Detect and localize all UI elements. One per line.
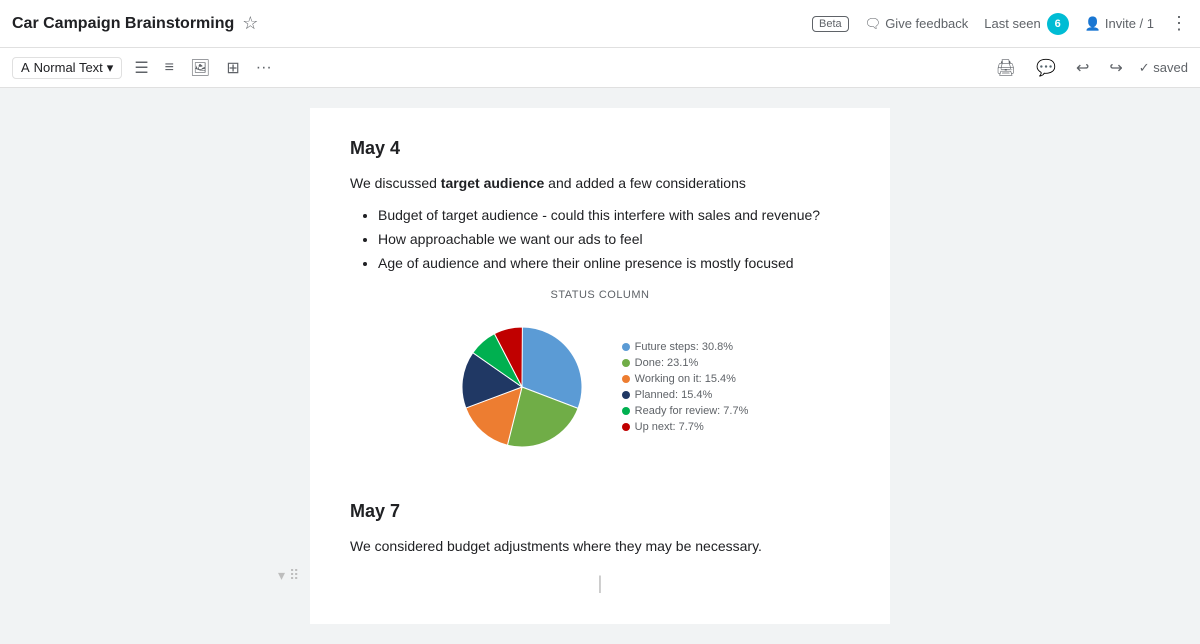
collapse-handle-icon[interactable]: ▾ — [278, 567, 285, 584]
top-bar-left: Car Campaign Brainstorming ☆ — [12, 13, 258, 34]
more-options-icon[interactable]: ⋮ — [1170, 13, 1188, 34]
beta-badge: Beta — [812, 16, 849, 32]
toolbar-left: A Normal Text ▾ ☰ ≡ 🖼 ⊞ ··· — [12, 54, 276, 82]
last-seen: Last seen 6 — [984, 13, 1068, 35]
chart-container: Future steps: 30.8% Done: 23.1% Working on… — [452, 317, 749, 457]
legend-item: Working on it: 15.4% — [622, 373, 749, 385]
may4-date: May 4 — [350, 138, 850, 159]
may4-section: May 4 We discussed target audience and a… — [350, 138, 850, 275]
may7-section: May 7 We considered budget adjustments w… — [350, 501, 850, 557]
invite-button[interactable]: 👤 Invite / 1 — [1085, 16, 1154, 32]
saved-status: ✓ saved — [1139, 60, 1188, 76]
bullet-item-2: How approachable we want our ads to feel — [378, 228, 850, 252]
legend-item: Done: 23.1% — [622, 357, 749, 369]
legend-label: Working on it: 15.4% — [635, 373, 736, 385]
numbered-list-icon[interactable]: ≡ — [161, 55, 178, 81]
toolbar: A Normal Text ▾ ☰ ≡ 🖼 ⊞ ··· 🖨 💬 ↩ ↪ ✓ sa… — [0, 48, 1200, 88]
redo-icon[interactable]: ↪ — [1105, 54, 1126, 82]
may4-intro: We discussed target audience and added a… — [350, 173, 850, 194]
bold-target-audience: target audience — [441, 175, 544, 191]
legend-item: Ready for review: 7.7% — [622, 405, 749, 417]
star-icon[interactable]: ☆ — [242, 13, 258, 34]
chart-legend: Future steps: 30.8% Done: 23.1% Working on… — [622, 341, 749, 433]
feedback-label: Give feedback — [885, 16, 968, 31]
legend-label: Ready for review: 7.7% — [635, 405, 749, 417]
legend-dot — [622, 359, 630, 367]
last-seen-avatar: 6 — [1047, 13, 1069, 35]
may4-bullet-list: Budget of target audience - could this i… — [378, 204, 850, 275]
legend-label: Done: 23.1% — [635, 357, 699, 369]
may7-date: May 7 — [350, 501, 850, 522]
doc-title: Car Campaign Brainstorming — [12, 15, 234, 33]
invite-label: Invite / 1 — [1105, 16, 1154, 31]
legend-dot — [622, 423, 630, 431]
undo-icon[interactable]: ↩ — [1072, 54, 1093, 82]
cursor-line: | — [350, 573, 850, 594]
legend-label: Up next: 7.7% — [635, 421, 704, 433]
table-icon[interactable]: ⊞ — [222, 54, 243, 82]
chart-section: STATUS COLUMN Future steps: 30.8% Done: 2… — [350, 289, 850, 477]
legend-item: Planned: 15.4% — [622, 389, 749, 401]
legend-item: Up next: 7.7% — [622, 421, 749, 433]
pie-wrapper: STATUS COLUMN Future steps: 30.8% Done: 2… — [350, 289, 850, 477]
legend-dot — [622, 391, 630, 399]
legend-item: Future steps: 30.8% — [622, 341, 749, 353]
may7-text: We considered budget adjustments where t… — [350, 536, 850, 557]
drag-handle-icon[interactable]: ⠿ — [289, 567, 299, 584]
bullet-item-1: Budget of target audience - could this i… — [378, 204, 850, 228]
toolbar-right: 🖨 💬 ↩ ↪ ✓ saved — [992, 54, 1188, 82]
legend-dot — [622, 407, 630, 415]
legend-label: Planned: 15.4% — [635, 389, 713, 401]
pie-chart — [452, 317, 592, 457]
dropdown-chevron-icon: ▾ — [107, 60, 114, 76]
style-name-label: Normal Text — [34, 60, 103, 75]
print-icon[interactable]: 🖨 — [992, 54, 1020, 82]
feedback-button[interactable]: 🗨 Give feedback — [865, 16, 969, 32]
more-format-icon[interactable]: ··· — [252, 55, 276, 81]
text-style-label: A — [21, 60, 30, 75]
comment-icon[interactable]: 💬 — [1032, 54, 1060, 82]
chart-title: STATUS COLUMN — [551, 289, 650, 301]
legend-dot — [622, 343, 630, 351]
main-content: May 4 We discussed target audience and a… — [0, 88, 1200, 644]
bullet-list-icon[interactable]: ☰ — [130, 54, 152, 82]
last-seen-label: Last seen — [984, 16, 1040, 31]
intro-post: and added a few considerations — [544, 175, 746, 191]
top-bar: Car Campaign Brainstorming ☆ Beta 🗨 Give… — [0, 0, 1200, 48]
bullet-item-3: Age of audience and where their online p… — [378, 252, 850, 276]
legend-dot — [622, 375, 630, 383]
top-bar-right: Beta 🗨 Give feedback Last seen 6 👤 Invit… — [812, 13, 1188, 35]
document-page: May 4 We discussed target audience and a… — [310, 108, 890, 624]
person-icon: 👤 — [1085, 16, 1101, 32]
side-handle: ▾ ⠿ — [278, 567, 299, 584]
image-icon[interactable]: 🖼 — [186, 54, 214, 82]
intro-pre: We discussed — [350, 175, 441, 191]
feedback-icon: 🗨 — [865, 16, 882, 32]
text-style-selector[interactable]: A Normal Text ▾ — [12, 57, 122, 79]
legend-label: Future steps: 30.8% — [635, 341, 733, 353]
